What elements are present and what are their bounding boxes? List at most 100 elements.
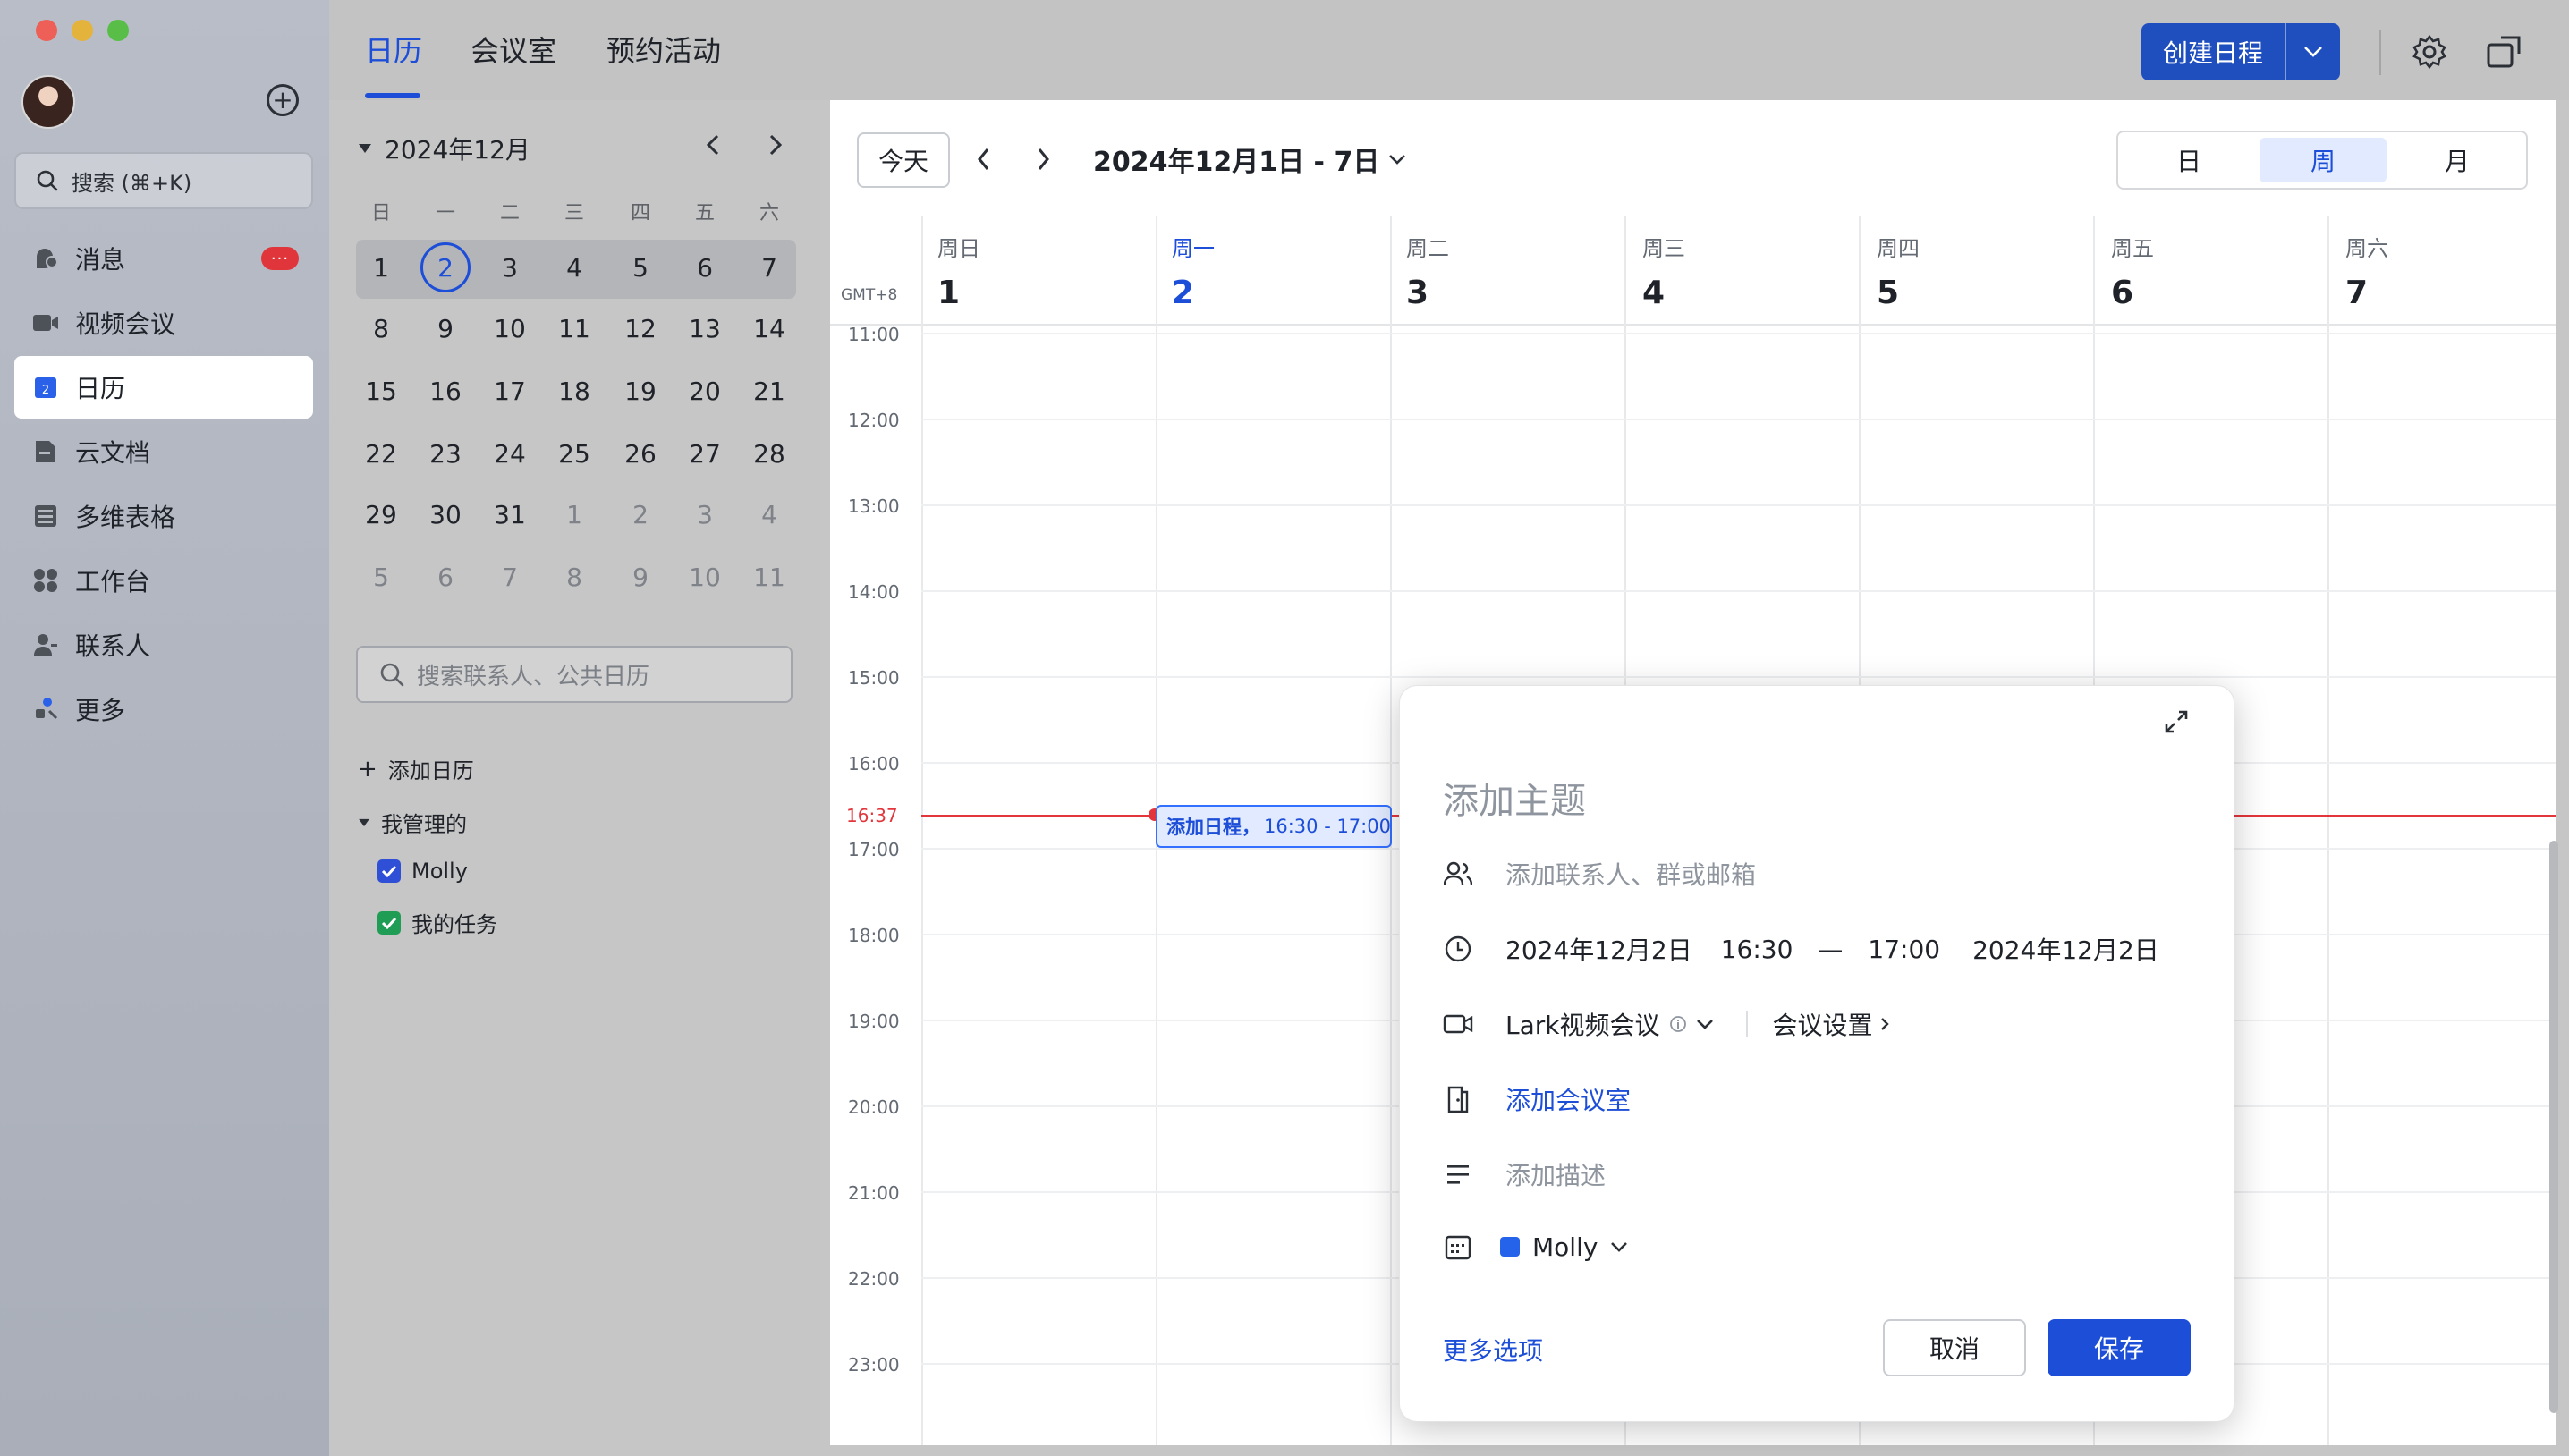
mini-calendar-day[interactable]: 27 xyxy=(678,427,732,481)
tab-booking-events[interactable]: 预约活动 xyxy=(606,29,721,70)
sidebar-search[interactable]: 搜索 (⌘+K) xyxy=(14,152,313,209)
mini-calendar-day[interactable]: 30 xyxy=(419,488,472,542)
expand-icon[interactable] xyxy=(2164,709,2189,734)
mini-calendar-day[interactable]: 10 xyxy=(483,302,537,356)
mini-calendar-day[interactable]: 11 xyxy=(547,302,601,356)
view-week[interactable]: 周 xyxy=(2260,138,2387,182)
managed-section-toggle[interactable]: 我管理的 xyxy=(358,807,467,838)
checkbox-checked-icon[interactable] xyxy=(377,859,401,883)
cancel-button[interactable]: 取消 xyxy=(1883,1319,2026,1376)
mini-calendar-day[interactable]: 1 xyxy=(354,241,408,295)
sidebar-item-docs[interactable]: 云文档 xyxy=(14,420,313,483)
today-button[interactable]: 今天 xyxy=(857,132,950,188)
event-title-input[interactable]: 添加主题 xyxy=(1443,772,1586,824)
mini-calendar-day[interactable]: 3 xyxy=(483,241,537,295)
mini-calendar-day[interactable]: 15 xyxy=(354,365,408,419)
mini-calendar-day[interactable]: 29 xyxy=(354,488,408,542)
day-column-header[interactable]: 周六 7 xyxy=(2345,231,2388,311)
draft-event[interactable]: 添加日程， 16:30 - 17:00 xyxy=(1156,805,1392,848)
description-row[interactable]: 添加描述 xyxy=(1443,1156,1606,1192)
tab-meeting-rooms[interactable]: 会议室 xyxy=(471,29,556,70)
mini-calendar-day[interactable]: 23 xyxy=(419,427,472,481)
popout-window-icon[interactable] xyxy=(2487,36,2521,68)
mini-calendar-day[interactable]: 12 xyxy=(614,302,667,356)
mini-calendar-day[interactable]: 7 xyxy=(483,551,537,605)
attendees-row[interactable]: 添加联系人、群或邮箱 xyxy=(1443,856,1756,892)
end-date[interactable]: 2024年12月2日 xyxy=(1972,931,2159,967)
gear-icon[interactable] xyxy=(2412,34,2447,70)
day-column-header[interactable]: 周日 1 xyxy=(937,231,980,311)
view-month[interactable]: 月 xyxy=(2394,138,2521,182)
mini-calendar-day[interactable]: 24 xyxy=(483,427,537,481)
mini-calendar-day[interactable]: 25 xyxy=(547,427,601,481)
mini-calendar-day[interactable]: 6 xyxy=(678,241,732,295)
mini-calendar-day[interactable]: 5 xyxy=(614,241,667,295)
add-room-link[interactable]: 添加会议室 xyxy=(1505,1081,1631,1117)
more-options-link[interactable]: 更多选项 xyxy=(1443,1332,1543,1367)
mini-calendar-day[interactable]: 4 xyxy=(742,488,796,542)
mini-calendar-day[interactable]: 11 xyxy=(742,551,796,605)
chevron-right-icon[interactable] xyxy=(766,134,784,156)
mini-calendar-day[interactable]: 22 xyxy=(354,427,408,481)
chevron-down-icon[interactable] xyxy=(2286,46,2340,58)
start-time[interactable]: 16:30 xyxy=(1721,935,1793,964)
day-column-header[interactable]: 周二 3 xyxy=(1406,231,1449,311)
mini-calendar-day[interactable]: 14 xyxy=(742,302,796,356)
mini-calendar-header[interactable]: 2024年12月 xyxy=(358,131,530,166)
mini-calendar-day[interactable]: 1 xyxy=(547,488,601,542)
create-event-button[interactable]: 创建日程 xyxy=(2141,23,2340,80)
close-window-button[interactable] xyxy=(36,20,57,41)
sidebar-item-workspace[interactable]: 工作台 xyxy=(14,549,313,612)
calendar-item-molly[interactable]: Molly xyxy=(377,859,468,884)
save-button[interactable]: 保存 xyxy=(2048,1319,2191,1376)
date-range-selector[interactable]: 2024年12月1日 - 7日 xyxy=(1093,140,1406,179)
mini-calendar-day[interactable]: 28 xyxy=(742,427,796,481)
mini-calendar-day[interactable]: 21 xyxy=(742,365,796,419)
calendar-selector[interactable]: Molly xyxy=(1500,1232,1628,1262)
day-column-header[interactable]: 周五 6 xyxy=(2111,231,2154,311)
start-date[interactable]: 2024年12月2日 xyxy=(1505,931,1692,967)
day-column-header[interactable]: 周四 5 xyxy=(1877,231,1920,311)
mini-calendar-day[interactable]: 10 xyxy=(678,551,732,605)
vertical-scrollbar[interactable] xyxy=(2549,841,2558,1413)
mini-calendar-day[interactable]: 26 xyxy=(614,427,667,481)
mini-calendar-day[interactable]: 9 xyxy=(419,302,472,356)
chevron-left-icon[interactable] xyxy=(705,134,723,156)
sidebar-item-video-meeting[interactable]: 视频会议 xyxy=(14,292,313,354)
mini-calendar-day[interactable]: 20 xyxy=(678,365,732,419)
view-day[interactable]: 日 xyxy=(2125,138,2252,182)
day-column-header[interactable]: 周一 2 xyxy=(1172,231,1215,311)
meeting-settings-link[interactable]: 会议设置 xyxy=(1773,1006,1889,1042)
mini-calendar-day[interactable]: 5 xyxy=(354,551,408,605)
mini-calendar-day[interactable]: 6 xyxy=(419,551,472,605)
sidebar-item-messages[interactable]: 消息 ··· xyxy=(14,227,313,290)
mini-calendar-day[interactable]: 31 xyxy=(483,488,537,542)
mini-calendar-day[interactable]: 19 xyxy=(614,365,667,419)
add-calendar-link[interactable]: + 添加日历 xyxy=(358,753,474,784)
tab-calendar[interactable]: 日历 xyxy=(365,29,422,70)
chevron-right-icon[interactable] xyxy=(1034,147,1052,172)
add-circle-icon[interactable]: + xyxy=(267,84,299,116)
contact-search-input[interactable]: 搜索联系人、公共日历 xyxy=(356,646,793,703)
sidebar-item-calendar[interactable]: 2 日历 xyxy=(14,356,313,419)
mini-calendar-day[interactable]: 8 xyxy=(354,302,408,356)
checkbox-checked-icon[interactable] xyxy=(377,910,401,935)
calendar-item-tasks[interactable]: 我的任务 xyxy=(377,907,497,938)
mini-calendar-day[interactable]: 2 xyxy=(419,241,472,295)
mini-calendar-day[interactable]: 18 xyxy=(547,365,601,419)
mini-calendar-day[interactable]: 17 xyxy=(483,365,537,419)
mini-calendar-day[interactable]: 3 xyxy=(678,488,732,542)
mini-calendar-day[interactable]: 9 xyxy=(614,551,667,605)
chevron-left-icon[interactable] xyxy=(975,147,993,172)
mini-calendar-day[interactable]: 8 xyxy=(547,551,601,605)
room-row[interactable]: 添加会议室 xyxy=(1443,1081,1631,1117)
mini-calendar-day[interactable]: 13 xyxy=(678,302,732,356)
mini-calendar-day[interactable]: 7 xyxy=(742,241,796,295)
end-time[interactable]: 17:00 xyxy=(1868,935,1940,964)
mini-calendar-day[interactable]: 2 xyxy=(614,488,667,542)
sidebar-item-more[interactable]: 更多 xyxy=(14,678,313,741)
meeting-type-selector[interactable]: Lark视频会议 xyxy=(1505,1006,1714,1042)
day-column-header[interactable]: 周三 4 xyxy=(1642,231,1685,311)
mini-calendar-day[interactable]: 16 xyxy=(419,365,472,419)
sidebar-item-base[interactable]: 多维表格 xyxy=(14,485,313,547)
